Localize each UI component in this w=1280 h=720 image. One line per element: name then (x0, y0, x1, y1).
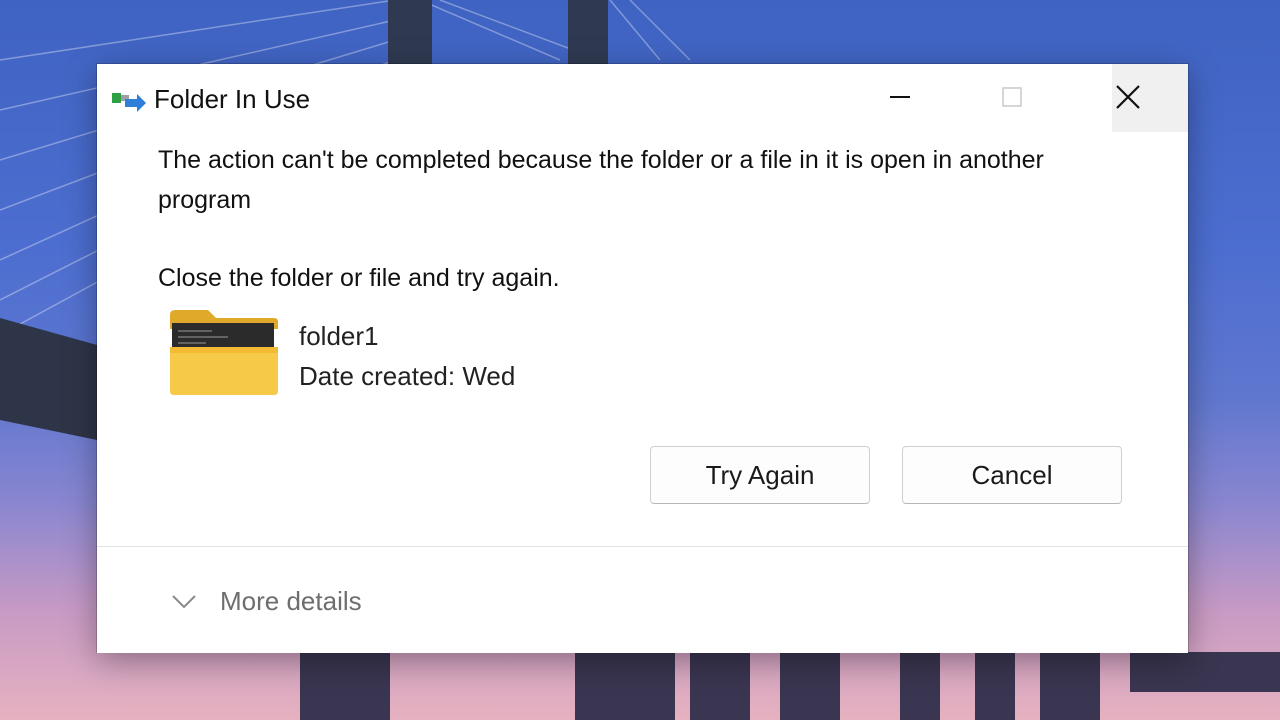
chevron-down-icon (172, 595, 196, 609)
error-message: The action can't be completed because th… (158, 146, 1044, 214)
minimize-icon (890, 96, 910, 98)
title-bar[interactable]: Folder In Use (97, 64, 1188, 132)
folder-name: folder1 (299, 321, 379, 351)
more-details-label: More details (220, 586, 362, 616)
close-icon (1116, 85, 1140, 109)
maximize-icon (1002, 87, 1022, 107)
try-again-button[interactable]: Try Again (650, 446, 870, 504)
maximize-button[interactable] (983, 72, 1041, 124)
folder-in-use-dialog: Folder In Use The action can't be comple… (97, 64, 1188, 653)
folder-date-created: Date created: Wed (299, 361, 516, 391)
dialog-title: Folder In Use (154, 84, 311, 114)
dialog-footer: More details (97, 546, 1188, 653)
folder-icon (170, 310, 278, 395)
close-button[interactable] (1099, 72, 1157, 124)
cancel-button[interactable]: Cancel (902, 446, 1122, 504)
minimize-button[interactable] (871, 72, 929, 124)
folder-move-icon (112, 93, 146, 112)
instruction-text: Close the folder or file and try again. (158, 264, 560, 292)
